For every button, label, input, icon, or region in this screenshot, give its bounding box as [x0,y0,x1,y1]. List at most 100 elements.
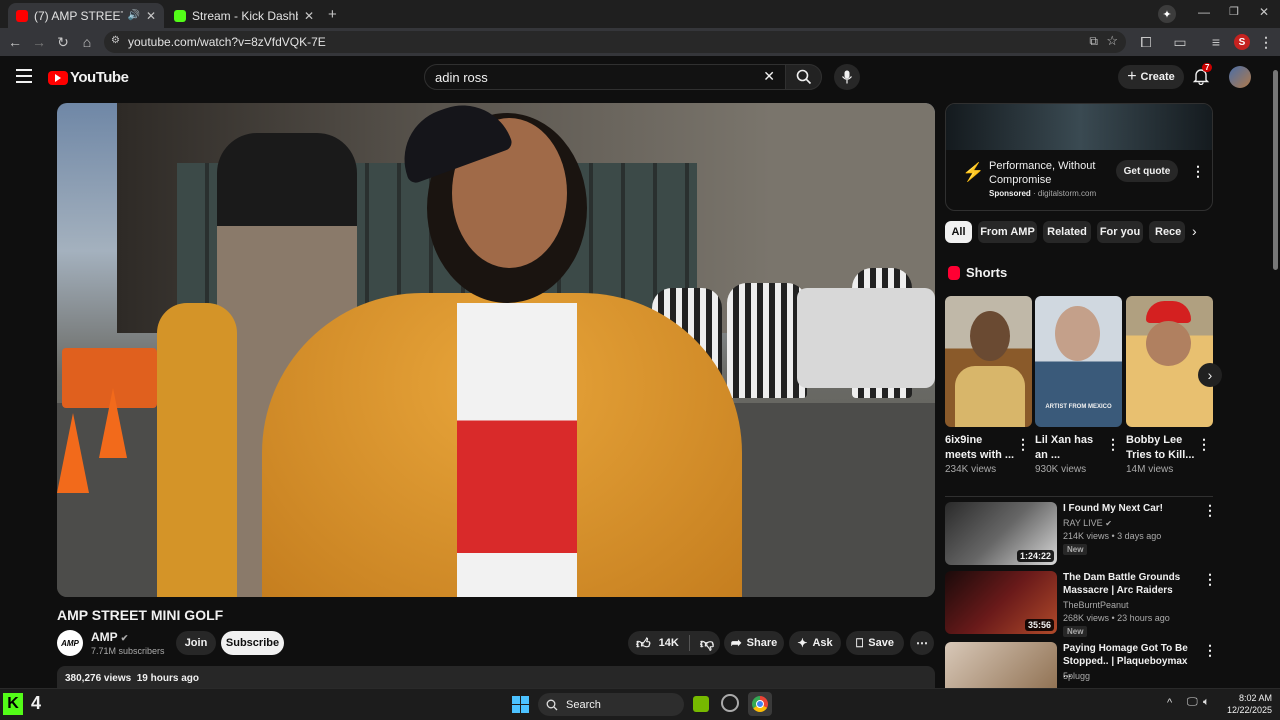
save-button[interactable]: ⎕ Save [846,631,904,655]
share-button[interactable]: ➦ Share [724,631,784,655]
join-button[interactable]: Join [176,631,216,655]
install-app-icon[interactable]: ⧉ [1089,34,1098,49]
video-menu-icon[interactable]: ⋮ [1203,642,1213,659]
get-quote-button[interactable]: Get quote [1116,160,1178,182]
recommended-channel[interactable]: TheBurntPeanut [1063,600,1129,610]
share-label: Share [746,637,778,649]
close-window-button[interactable]: ✕ [1259,5,1269,19]
short-thumbnail[interactable]: ARTIST FROM MEXICO [1035,296,1122,427]
taskbar-search[interactable]: Search [538,693,684,716]
subscribe-button[interactable]: Subscribe [221,631,284,655]
video-thumbnail[interactable]: 35:56 [945,571,1057,634]
short-menu-icon[interactable]: ⋮ [1016,436,1030,453]
nvidia-app-icon[interactable] [693,696,709,712]
shorts-next-icon[interactable]: › [1198,363,1222,387]
search-input[interactable]: adin ross ✕ [424,64,786,90]
notifications-button[interactable]: 7 [1192,63,1213,86]
minimize-button[interactable]: — [1198,5,1210,19]
video-traffic-cone [99,388,127,458]
recommended-channel[interactable]: 5plugg [1063,671,1090,681]
ad-menu-icon[interactable]: ⋮ [1191,163,1205,180]
chrome-taskbar-button[interactable] [748,692,772,716]
show-hidden-icons[interactable]: ^ [1167,697,1172,709]
bookmark-star-icon[interactable]: ☆ [1106,33,1118,49]
volume-icon[interactable]: 🔈︎ [1203,696,1210,709]
audio-playing-icon[interactable]: 🔊 [127,10,139,21]
video-thumbnail[interactable]: 1:24:22 [945,502,1057,565]
media-controls-icon[interactable]: ≡ [1207,33,1225,51]
extensions-icon[interactable]: ⧠ [1137,33,1155,51]
chip-recent[interactable]: Rece [1149,221,1185,243]
maximize-button[interactable]: ❐ [1229,5,1239,18]
short-views: 234K views [945,464,997,475]
recommended-video[interactable]: 35:56 The Dam Battle Grounds Massacre | … [945,571,1217,637]
like-button[interactable]: 👍︎ 14K [636,635,679,652]
tab-youtube[interactable]: (7) AMP STREET MINI GOLF 🔊 ✕ [8,3,164,28]
short-menu-icon[interactable]: ⋮ [1197,436,1211,453]
channel-avatar[interactable]: AMP [57,630,83,656]
short-title[interactable]: Bobby Lee Tries to Kill... [1126,433,1196,463]
network-icon[interactable]: 🖵︎ [1187,696,1198,709]
short-hat-figure [1146,301,1191,323]
chips-next-icon[interactable]: › [1192,223,1197,239]
voice-search-button[interactable] [834,64,860,90]
recommended-title[interactable]: I Found My Next Car! [1063,502,1189,515]
recommended-channel[interactable]: RAY LIVE ✔ [1063,518,1112,528]
thumbs-down-icon[interactable]: 👎︎ [700,635,714,652]
search-icon [796,69,811,85]
chip-all[interactable]: All [945,221,972,243]
close-tab-icon[interactable]: ✕ [146,9,156,23]
gemini-icon[interactable]: ✦ [1158,5,1176,23]
account-avatar[interactable] [1229,66,1251,88]
search-icon [546,699,558,710]
description-box[interactable]: 380,276 views 19 hours ago [57,666,935,688]
taskbar-search-label: Search [566,698,601,711]
recommended-video[interactable]: Paying Homage Got To Be Stopped.. | Plaq… [945,642,1213,688]
sponsored-ad[interactable]: ⚡ Performance, Without Compromise Sponso… [945,103,1213,211]
windows-start-icon[interactable] [512,696,529,713]
tab-kick[interactable]: Stream - Kick Dashboard ✕ [166,3,322,28]
scrollbar-thumb[interactable] [1273,70,1278,270]
short-title[interactable]: 6ix9ine meets with ... [945,433,1015,463]
youtube-logo[interactable]: YouTube [48,69,129,86]
short-thumbnail[interactable] [945,296,1032,427]
short-menu-icon[interactable]: ⋮ [1106,436,1120,453]
site-info-icon[interactable]: ⚙ [111,35,120,46]
video-menu-icon[interactable]: ⋮ [1203,571,1217,588]
reload-icon[interactable]: ↻ [54,33,72,51]
chip-from-amp[interactable]: From AMP [978,221,1037,243]
tab-title: (7) AMP STREET MINI GOLF [34,8,124,23]
chip-for-you[interactable]: For you [1097,221,1143,243]
obs-app-icon[interactable] [721,694,739,712]
page-scrollbar[interactable] [1272,60,1280,688]
like-dislike-group: 👍︎ 14K 👎︎ [628,631,720,655]
back-icon[interactable]: ← [6,33,24,51]
system-clock[interactable]: 8:02 AM 12/22/2025 [1222,692,1272,716]
address-bar[interactable]: ⚙ youtube.com/watch?v=8zVfdVQK-7E ⧉ ☆ [104,31,1126,53]
new-tab-button[interactable]: + [328,6,337,23]
hamburger-menu-icon[interactable] [16,69,32,83]
split-view-icon[interactable]: ▭ [1171,33,1189,51]
create-button[interactable]: + Create [1118,65,1184,89]
search-button[interactable] [785,64,822,90]
home-icon[interactable]: ⌂ [78,33,96,51]
clear-search-icon[interactable]: ✕ [763,68,775,85]
forward-icon[interactable]: → [30,33,48,51]
more-actions-icon[interactable]: ⋯ [910,631,934,655]
short-face-figure [1055,306,1100,361]
video-menu-icon[interactable]: ⋮ [1203,502,1217,519]
ad-sponsor-line: Sponsored · digitalstorm.com [989,189,1097,198]
video-thumbnail[interactable] [945,642,1057,688]
recommended-title[interactable]: The Dam Battle Grounds Massacre | Arc Ra… [1063,571,1189,597]
short-title[interactable]: Lil Xan has an ... [1035,433,1105,463]
close-tab-icon[interactable]: ✕ [304,9,314,23]
short-thumbnail[interactable] [1126,296,1213,427]
channel-name[interactable]: AMP ✔ [91,630,128,644]
ask-button[interactable]: ✦ Ask [789,631,841,655]
chrome-menu-icon[interactable]: ⋮ [1257,33,1275,51]
recommended-video[interactable]: 1:24:22 I Found My Next Car! RAY LIVE ✔ … [945,502,1217,566]
kick-widget-icon[interactable]: K [3,693,23,715]
profile-avatar[interactable]: S [1234,34,1250,50]
video-player[interactable] [57,103,935,597]
chip-related[interactable]: Related [1043,221,1091,243]
